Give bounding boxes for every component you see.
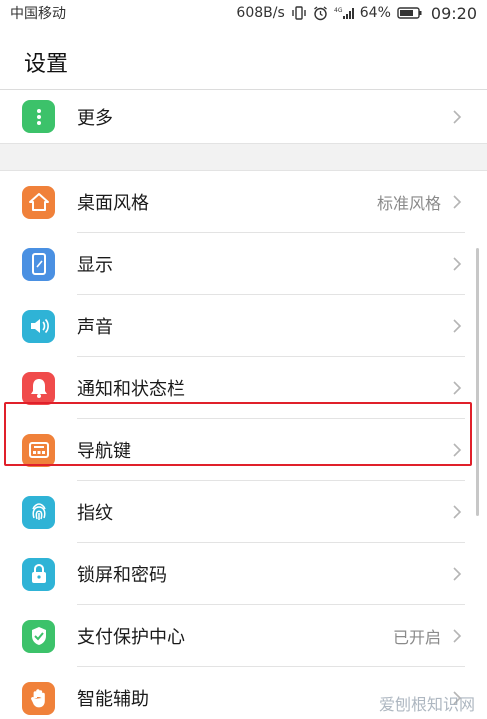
settings-item-desktop-style[interactable]: 桌面风格 标准风格 [0, 171, 487, 233]
battery-percent: 64% [359, 5, 391, 21]
watermark: 爱刨根知识网 [378, 695, 475, 714]
battery-icon [397, 6, 423, 20]
svg-text:4G: 4G [334, 7, 343, 14]
more-icon [22, 100, 55, 133]
settings-item-navigation-keys[interactable]: 导航键 [0, 419, 487, 481]
vibrate-icon [291, 6, 307, 20]
settings-item-label: 支付保护中心 [77, 627, 185, 648]
settings-item-value: 已开启 [392, 628, 441, 647]
chevron-right-icon [451, 565, 463, 583]
section-separator [0, 143, 487, 171]
settings-item-notifications[interactable]: 通知和状态栏 [0, 357, 487, 419]
sound-icon [22, 309, 55, 343]
settings-item-label: 智能辅助 [77, 689, 149, 710]
settings-item-label: 导航键 [77, 441, 131, 462]
bell-icon [22, 371, 55, 405]
alarm-icon [313, 5, 328, 21]
shield-icon [22, 619, 55, 653]
chevron-right-icon [451, 379, 463, 397]
header: 设置 [0, 26, 487, 90]
settings-item-label: 指纹 [77, 503, 113, 524]
status-indicators: 608B/s 4G 64% 09:20 [236, 4, 477, 23]
chevron-right-icon [451, 317, 463, 335]
settings-item-lockscreen[interactable]: 锁屏和密码 [0, 543, 487, 605]
status-bar: 中国移动 608B/s 4G 64% 09:20 [0, 0, 487, 26]
chevron-right-icon [451, 503, 463, 521]
lock-icon [22, 557, 55, 591]
network-speed: 608B/s [236, 5, 285, 21]
navigation-icon [22, 433, 55, 467]
settings-item-more[interactable]: 更多 [0, 91, 487, 143]
home-icon [22, 185, 55, 219]
hand-icon [22, 681, 55, 715]
page-title: 设置 [24, 52, 69, 77]
carrier-name: 中国移动 [10, 6, 66, 22]
scrollbar[interactable] [476, 248, 479, 516]
settings-item-label: 锁屏和密码 [77, 565, 167, 586]
fingerprint-icon [22, 495, 55, 529]
settings-item-value: 标准风格 [376, 194, 441, 213]
settings-item-label: 显示 [77, 255, 113, 276]
settings-item-fingerprint[interactable]: 指纹 [0, 481, 487, 543]
settings-item-sound[interactable]: 声音 [0, 295, 487, 357]
settings-list: 更多 桌面风格 标准风格 显示 声音 通知和状态栏 导航键 指纹 锁屏和密码 支… [0, 91, 487, 719]
chevron-right-icon [451, 193, 463, 211]
settings-item-label: 声音 [77, 317, 113, 338]
chevron-right-icon [451, 108, 463, 126]
clock: 09:20 [430, 3, 477, 23]
settings-item-payment-protection[interactable]: 支付保护中心 已开启 [0, 605, 487, 667]
settings-item-label: 通知和状态栏 [77, 379, 185, 400]
signal-icon: 4G [334, 6, 354, 20]
settings-item-display[interactable]: 显示 [0, 233, 487, 295]
display-icon [22, 247, 55, 281]
settings-item-label: 更多 [77, 108, 113, 129]
chevron-right-icon [451, 627, 463, 645]
chevron-right-icon [451, 441, 463, 459]
chevron-right-icon [451, 255, 463, 273]
settings-item-label: 桌面风格 [77, 193, 149, 214]
